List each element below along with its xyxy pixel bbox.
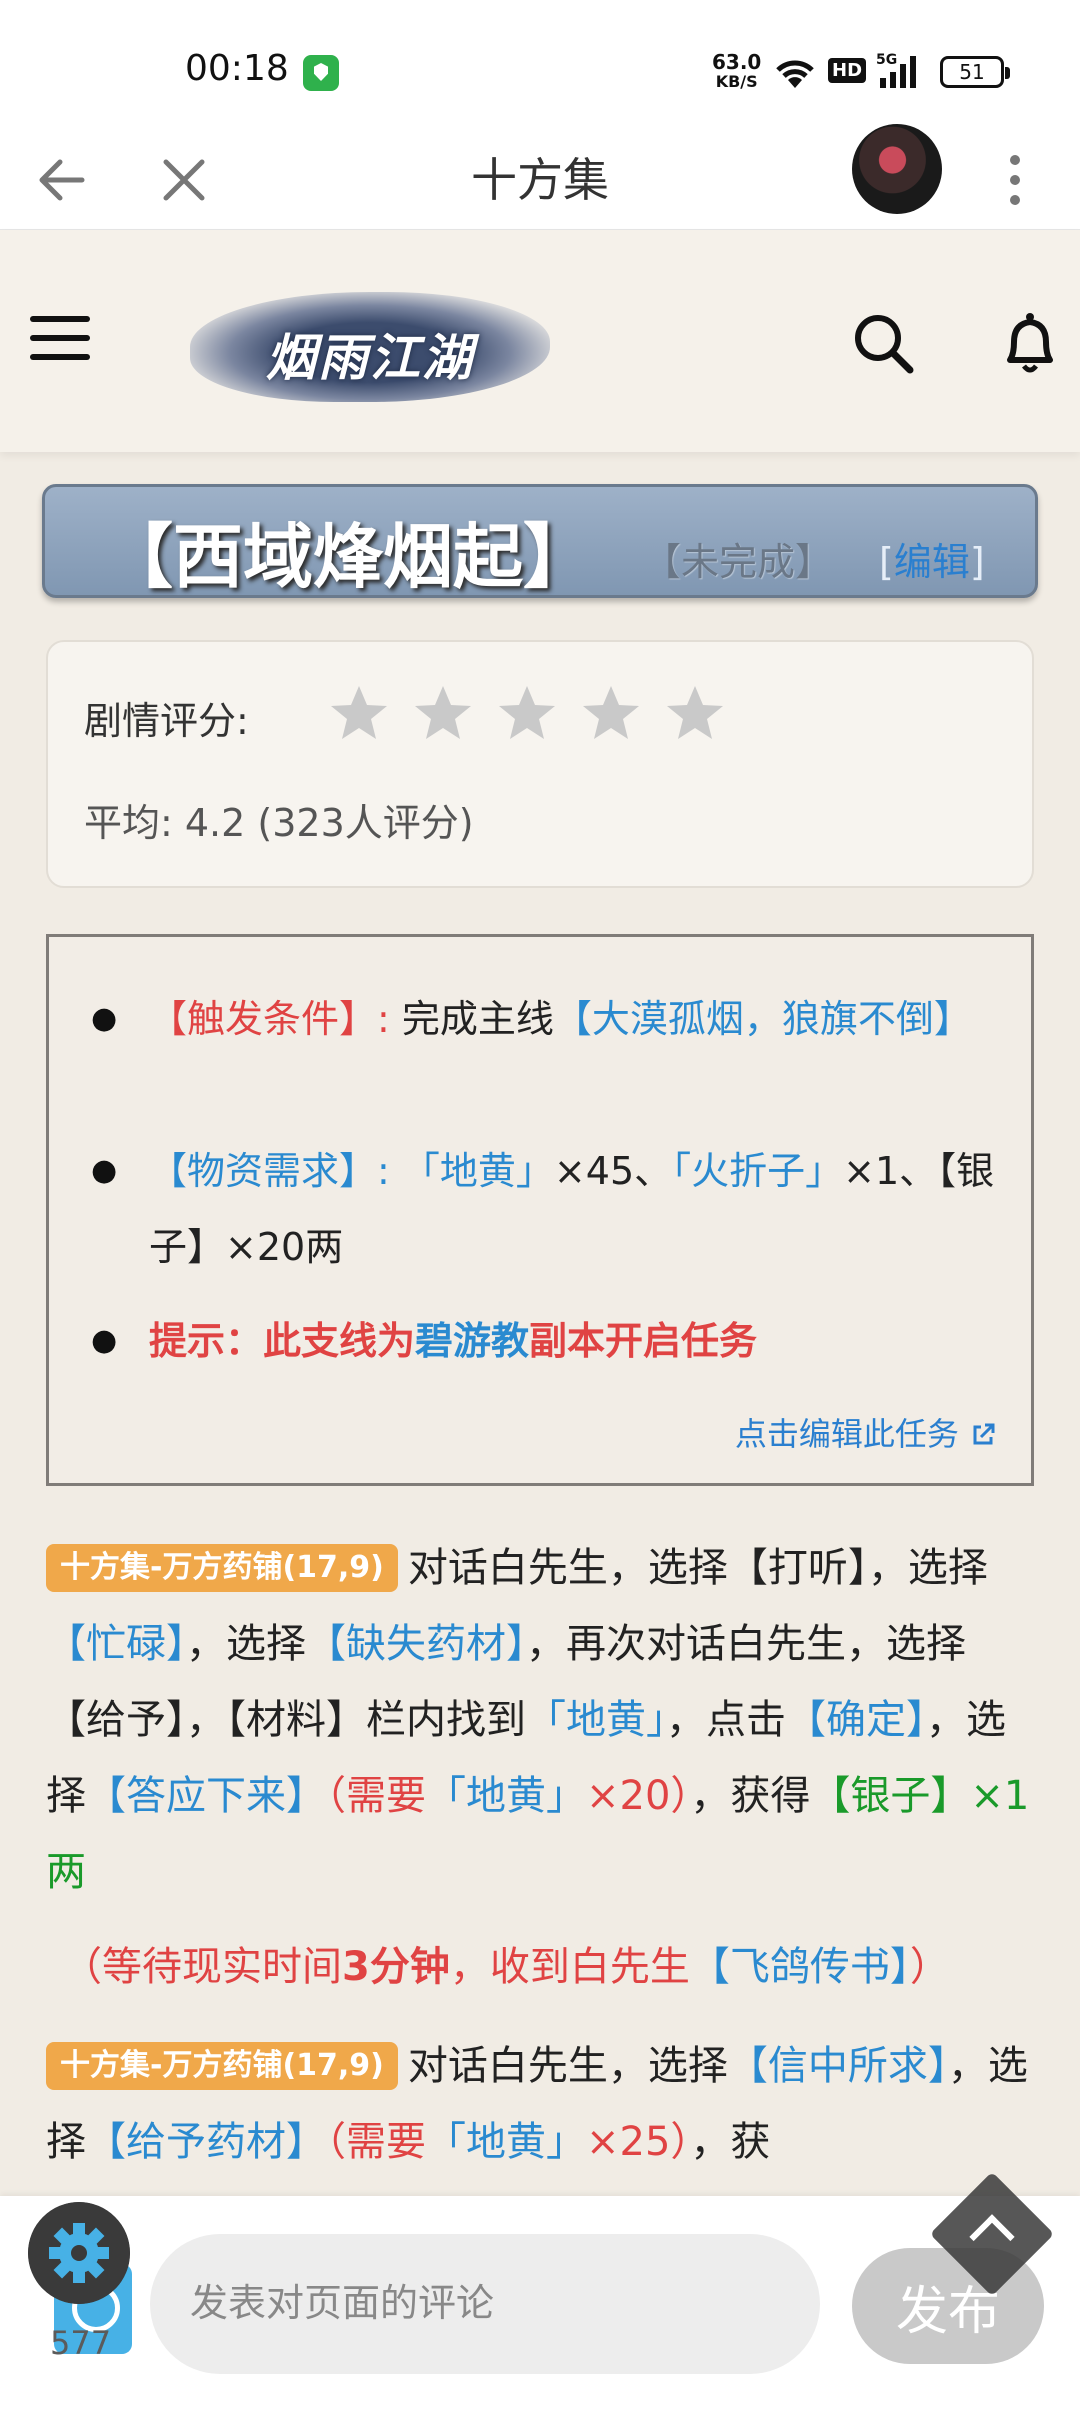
site-logo[interactable]: 烟雨江湖 [190,292,550,402]
quest-title: 【西域烽烟起】 [103,516,593,598]
star-icon[interactable] [328,682,390,744]
external-link-icon [973,1423,995,1445]
rating-stars [328,682,726,744]
step-text: 对话白先生，选择 [407,2043,728,2089]
tip: ● 提示：此支线为碧游教副本开启任务 [91,1303,1005,1379]
trigger-condition: ● 【触发条件】: 完成主线【大漠孤烟，狼旗不倒】 [91,981,1005,1057]
hd-icon: HD [828,58,867,83]
material-label: 【物资需求】: [149,1149,390,1193]
material-qty-1: ×45、 [553,1149,673,1193]
rating-label: 剧情评分: [84,699,249,743]
material-item-dihuang[interactable]: 「地黄」 [402,1149,554,1193]
network-speed: 63.0 KB/S [712,52,761,92]
svg-text:5G: 5G [876,52,897,68]
step-option: 【信中所求】 [727,2043,948,2089]
comment-bar: 577 发布 [0,2196,1080,2412]
material-item-huozhezi[interactable]: 「火折子」 [672,1149,843,1193]
speed-unit: KB/S [715,72,758,91]
rating-box: 剧情评分: 平均: 4.2 (323人评分) [46,640,1034,888]
wifi-icon [776,60,814,88]
comment-input[interactable] [150,2234,820,2374]
note-item: 【飞鸽传书】 [689,1944,910,1990]
item-link[interactable]: 「地黄」 [526,1697,666,1743]
user-avatar[interactable] [852,124,942,214]
requirement-text: （需要 [326,2119,426,2165]
more-options-icon[interactable] [1000,148,1030,212]
settings-gear-icon[interactable] [28,2202,130,2304]
material-requirement: ● 【物资需求】: 「地黄」×45、「火折子」×1、【银子】×20两 [91,1133,1005,1285]
star-icon[interactable] [580,682,642,744]
menu-icon[interactable] [30,316,90,366]
item-link[interactable]: 「地黄」 [426,2119,586,2165]
step-text: ，选择 [186,1621,306,1667]
trigger-label: 【触发条件】: [149,997,390,1041]
edit-bracket-open: [ [879,540,894,584]
location-tag[interactable]: 十方集-万方药铺(17,9) [46,1544,398,1592]
task-info-box: ● 【触发条件】: 完成主线【大漠孤烟，狼旗不倒】 ● 【物资需求】: 「地黄」… [46,934,1034,1486]
star-icon[interactable] [664,682,726,744]
step-option: 【忙碌】 [46,1621,186,1667]
step-text: ，获 [690,2119,771,2165]
trigger-link[interactable]: 【大漠孤烟，狼旗不倒】 [554,997,972,1041]
requirement-text: （需要 [326,1773,426,1819]
step-option: 【缺失药材】 [306,1621,526,1667]
rating-average: 平均: 4.2 (323人评分) [84,801,474,845]
status-bar: 00:18 63.0 KB/S HD 5G 51 [0,0,1080,130]
bullet: ● [91,1323,118,1358]
item-link[interactable]: 「地黄」 [426,1773,586,1819]
note-text: ，收到白先生 [449,1944,690,1990]
step-2: 十方集-万方药铺(17,9) 对话白先生，选择【信中所求】，选择【给予药材】（需要… [46,2028,1034,2180]
step-1: 十方集-万方药铺(17,9) 对话白先生，选择【打听】，选择【忙碌】，选择【缺失药… [46,1530,1034,1910]
step-text: 对话白先生，选择【打听】，选择 [407,1545,988,1591]
status-time: 00:18 [185,48,289,89]
shield-app-icon [303,55,339,91]
edit-link[interactable]: 编辑 [894,540,970,584]
requirement-text: ×20） [586,1773,691,1819]
bullet: ● [91,1153,118,1188]
tip-prefix: 提示：此支线为 [149,1319,416,1363]
battery-icon: 51 [940,56,1010,88]
step-text: ，点击 [666,1697,786,1743]
trigger-text: 完成主线 [401,997,554,1041]
quest-title-banner: 【西域烽烟起】 【未完成】 [编辑] [42,484,1038,598]
note-time: 3分钟 [342,1944,450,1990]
note-text: （等待现实时间 [62,1944,342,1990]
edit-task-label: 点击编辑此任务 [734,1415,959,1453]
edit-task-link[interactable]: 点击编辑此任务 [735,1409,997,1455]
speed-value: 63.0 [712,50,762,74]
wait-note: （等待现实时间3分钟，收到白先生【飞鸽传书】） [62,1934,950,1992]
quest-status: 【未完成】 [643,540,834,584]
edit-bracket-close: ] [969,540,985,584]
step-text: ，获得 [690,1773,811,1819]
tip-suffix: 副本开启任务 [529,1319,758,1363]
site-header: 烟雨江湖 [0,230,1080,452]
requirement-text: ×25） [586,2119,691,2165]
star-icon[interactable] [412,682,474,744]
comment-count: 577 [50,2324,112,2362]
star-icon[interactable] [496,682,558,744]
note-text: ） [909,1944,950,1990]
bell-icon[interactable] [1000,310,1060,376]
tip-link[interactable]: 碧游教 [415,1319,529,1363]
location-tag[interactable]: 十方集-万方药铺(17,9) [46,2042,398,2090]
quest-edit: [编辑] [879,531,985,586]
bullet: ● [91,1001,118,1036]
step-option: 【答应下来】 [86,1773,326,1819]
step-option: 【确定】 [786,1697,926,1743]
search-icon[interactable] [850,310,916,376]
step-option: 【给予药材】 [86,2119,326,2165]
logo-text: 烟雨江湖 [266,328,474,387]
signal-5g-icon: 5G [876,52,916,88]
